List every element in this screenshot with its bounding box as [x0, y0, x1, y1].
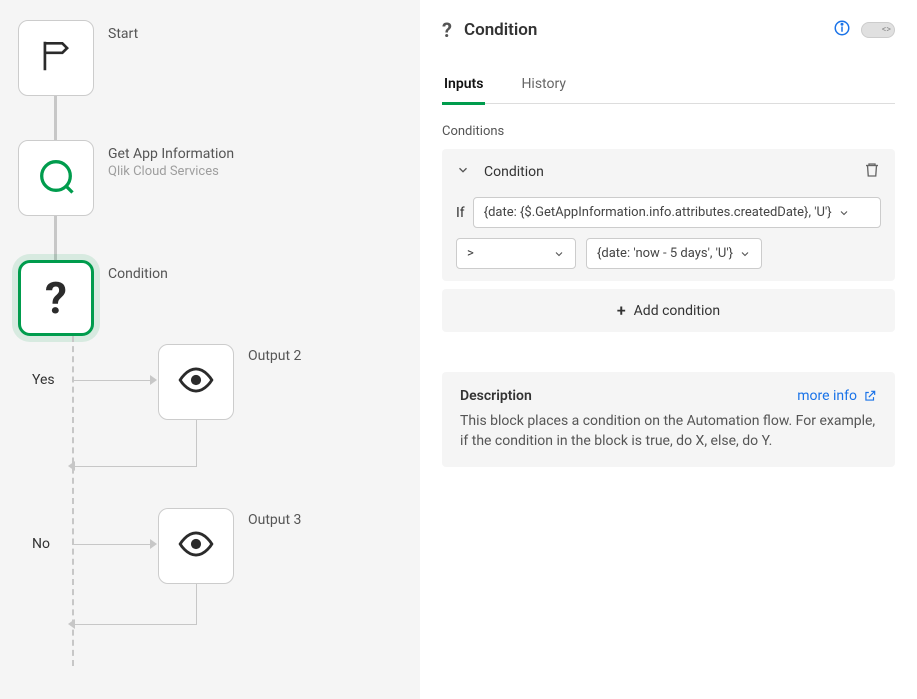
add-condition-label: Add condition	[634, 303, 720, 319]
qlik-icon	[34, 154, 78, 202]
connector	[72, 544, 154, 545]
description-text: This block places a condition on the Aut…	[460, 412, 877, 451]
plus-icon: +	[617, 301, 626, 320]
connector	[196, 420, 197, 466]
panel-title: Condition	[464, 20, 537, 40]
description-block: Description more info This block places …	[442, 372, 895, 467]
right-expression-input[interactable]: {date: 'now - 5 days', 'U'}	[586, 238, 762, 269]
node-getapp-label: Get App Information	[108, 146, 234, 162]
trash-icon[interactable]	[863, 161, 881, 183]
node-output2[interactable]	[158, 344, 234, 420]
node-getapp-sub: Qlik Cloud Services	[108, 164, 234, 179]
node-start-label: Start	[108, 26, 138, 42]
arrow-icon	[68, 461, 75, 471]
description-title: Description	[460, 388, 532, 404]
eye-icon	[177, 361, 215, 403]
node-condition[interactable]: ? Condition	[18, 260, 410, 336]
node-output3-label: Output 3	[248, 512, 301, 528]
properties-panel: ? Condition <> Inputs History Conditions…	[420, 0, 917, 699]
external-link-icon	[863, 389, 877, 403]
node-output2-label: Output 2	[248, 348, 301, 364]
branch-spine	[72, 336, 410, 666]
arrow-icon	[68, 619, 75, 629]
eye-icon	[177, 525, 215, 567]
left-expression-input[interactable]: {date: {$.GetAppInformation.info.attribu…	[473, 197, 881, 228]
tab-history[interactable]: History	[519, 66, 568, 103]
add-condition-button[interactable]: + Add condition	[442, 289, 895, 332]
right-expression-text: {date: 'now - 5 days', 'U'}	[597, 246, 733, 261]
conditions-section-label: Conditions	[442, 124, 895, 139]
left-expression-text: {date: {$.GetAppInformation.info.attribu…	[484, 205, 832, 220]
node-start[interactable]: Start	[18, 20, 410, 96]
flag-icon	[37, 37, 75, 79]
operator-text: >	[467, 246, 474, 261]
condition-block: Condition If {date: {$.GetAppInformation…	[442, 149, 895, 281]
flow-canvas[interactable]: Start Get App Information Qlik Cloud Ser…	[0, 0, 420, 699]
tab-inputs[interactable]: Inputs	[442, 66, 485, 105]
connector	[54, 216, 57, 260]
arrow-icon	[150, 539, 157, 549]
if-label: If	[456, 205, 465, 221]
operator-select[interactable]: >	[456, 238, 576, 269]
chevron-down-icon	[553, 248, 565, 260]
panel-tabs: Inputs History	[442, 66, 895, 104]
more-info-label: more info	[797, 388, 857, 404]
branch-no-label: No	[32, 536, 50, 552]
more-info-link[interactable]: more info	[797, 388, 877, 404]
node-getapp[interactable]: Get App Information Qlik Cloud Services	[18, 140, 410, 216]
chevron-down-icon	[838, 207, 850, 219]
code-toggle[interactable]: <>	[861, 22, 895, 38]
condition-header-label: Condition	[484, 164, 544, 180]
node-condition-label: Condition	[108, 266, 168, 282]
connector	[75, 624, 197, 625]
connector	[54, 96, 57, 140]
node-output3[interactable]	[158, 508, 234, 584]
connector	[75, 466, 197, 467]
question-icon: ?	[442, 18, 452, 42]
chevron-down-icon	[739, 248, 751, 260]
connector	[72, 380, 154, 381]
branch-yes-label: Yes	[32, 372, 55, 388]
arrow-icon	[150, 375, 157, 385]
question-icon: ?	[45, 272, 67, 324]
info-icon[interactable]	[833, 19, 851, 41]
chevron-down-icon[interactable]	[456, 163, 470, 181]
connector	[196, 584, 197, 624]
